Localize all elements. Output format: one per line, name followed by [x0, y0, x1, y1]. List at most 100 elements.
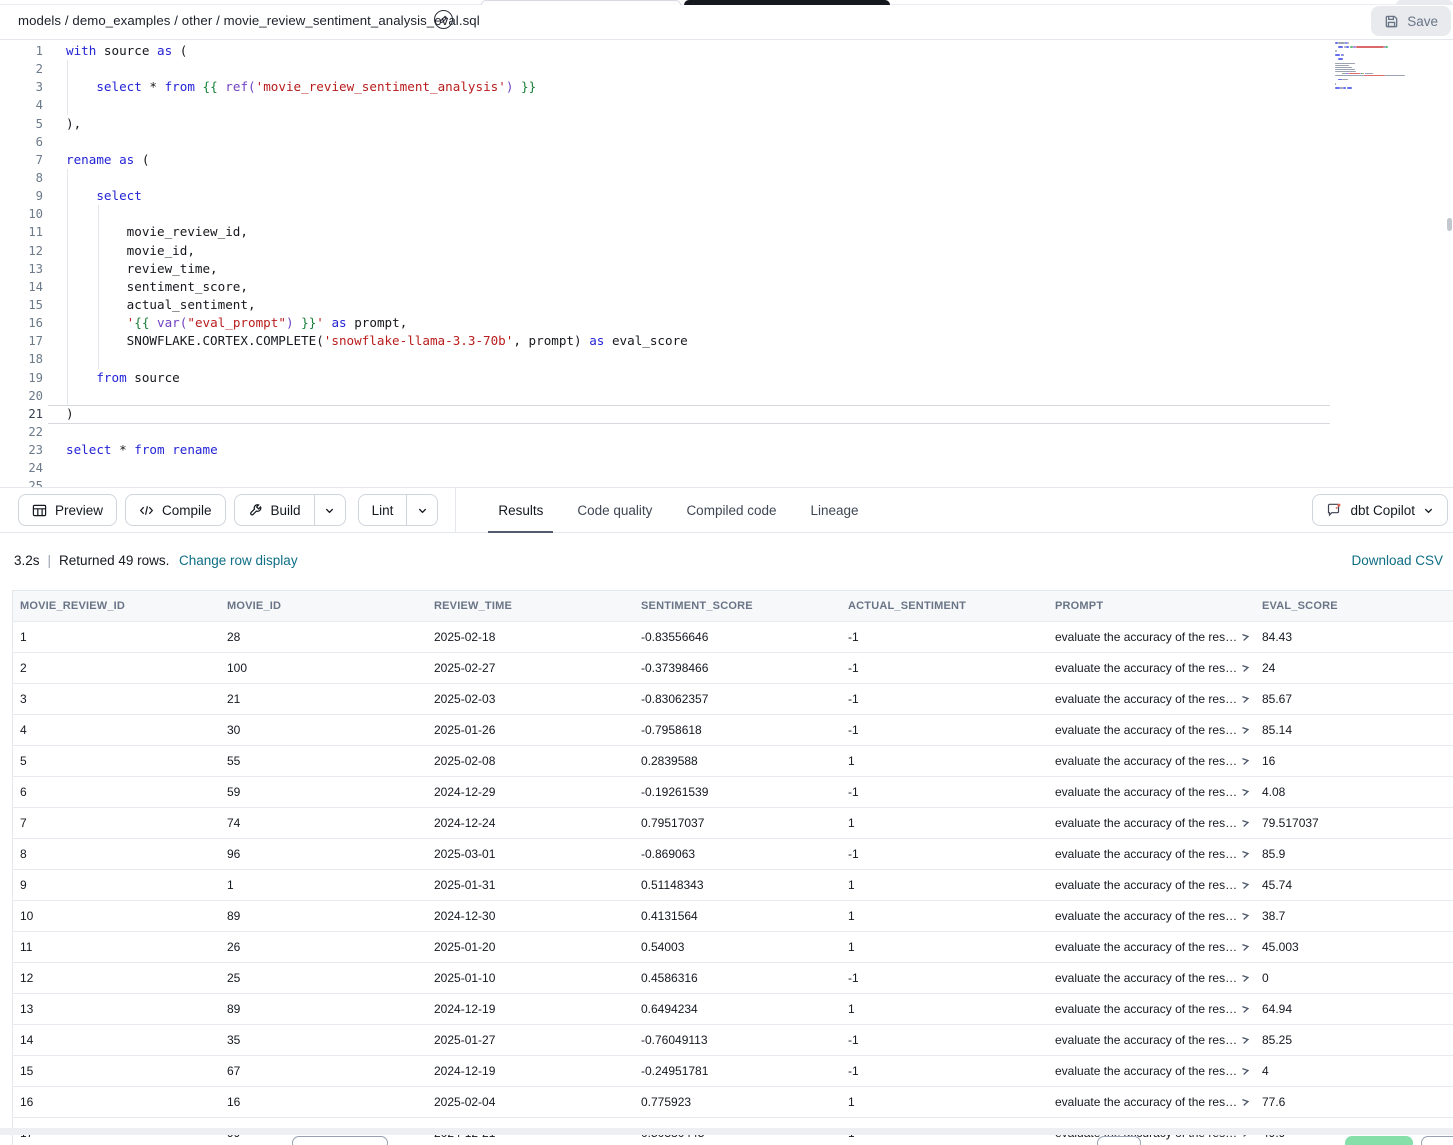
prompt-expand-icon[interactable] [1241, 1035, 1250, 1045]
code-line[interactable]: 24 [0, 459, 1453, 477]
prompt-expand-icon[interactable] [1241, 1066, 1250, 1076]
code-line[interactable]: 7rename as ( [0, 151, 1453, 169]
tab-compiled-code[interactable]: Compiled code [676, 487, 786, 533]
results-scrollbar-track[interactable] [0, 1128, 1453, 1135]
code-line[interactable]: 23select * from rename [0, 441, 1453, 459]
table-row[interactable]: 12252025-01-100.4586316-1evaluate the ac… [13, 963, 1453, 994]
breadcrumb[interactable]: models / demo_examples / other / movie_r… [18, 13, 480, 28]
prompt-expand-icon[interactable] [1241, 663, 1250, 673]
change-row-display-link[interactable]: Change row display [179, 553, 298, 568]
code-line[interactable]: 9 select [0, 187, 1453, 205]
code-line[interactable]: 5), [0, 115, 1453, 133]
line-number[interactable]: 23 [0, 441, 43, 459]
code-line[interactable]: 13 review_time, [0, 260, 1453, 278]
table-row[interactable]: 4302025-01-26-0.7958618-1evaluate the ac… [13, 715, 1453, 746]
column-header[interactable]: SENTIMENT_SCORE [634, 600, 841, 612]
line-number[interactable]: 13 [0, 260, 43, 278]
line-number[interactable]: 5 [0, 115, 43, 133]
column-header[interactable]: EVAL_SCORE [1255, 600, 1453, 612]
code-line[interactable]: 18 [0, 350, 1453, 368]
tab-code-quality[interactable]: Code quality [567, 487, 662, 533]
build-button[interactable]: Build [234, 494, 346, 526]
table-row[interactable]: 16162025-02-040.7759231evaluate the accu… [13, 1087, 1453, 1118]
line-number[interactable]: 4 [0, 96, 43, 114]
code-line[interactable]: 4 [0, 96, 1453, 114]
code-line[interactable]: 10 [0, 205, 1453, 223]
prompt-expand-icon[interactable] [1241, 818, 1250, 828]
line-number[interactable]: 18 [0, 350, 43, 368]
prompt-expand-icon[interactable] [1241, 911, 1250, 921]
editor-scrollbar-thumb[interactable] [1447, 218, 1452, 231]
table-row[interactable]: 8962025-03-01-0.869063-1evaluate the acc… [13, 839, 1453, 870]
compile-button[interactable]: Compile [125, 494, 226, 526]
code-line[interactable]: 25 [0, 477, 1453, 487]
prompt-expand-icon[interactable] [1241, 756, 1250, 766]
line-number[interactable]: 3 [0, 78, 43, 96]
line-number[interactable]: 14 [0, 278, 43, 296]
prompt-expand-icon[interactable] [1241, 1097, 1250, 1107]
table-row[interactable]: 3212025-02-03-0.83062357-1evaluate the a… [13, 684, 1453, 715]
line-number[interactable]: 11 [0, 223, 43, 241]
code-editor[interactable]: 1with source as (23 select * from {{ ref… [0, 40, 1453, 487]
tab-lineage[interactable]: Lineage [801, 487, 869, 533]
code-line[interactable]: 17 SNOWFLAKE.CORTEX.COMPLETE('snowflake-… [0, 332, 1453, 350]
column-header[interactable]: MOVIE_ID [220, 600, 427, 612]
line-number[interactable]: 17 [0, 332, 43, 350]
line-number[interactable]: 1 [0, 42, 43, 60]
code-line[interactable]: 16 '{{ var("eval_prompt") }}' as prompt, [0, 314, 1453, 332]
save-button[interactable]: Save [1371, 6, 1451, 36]
line-number[interactable]: 9 [0, 187, 43, 205]
code-line[interactable]: 21) [0, 405, 1453, 423]
code-line[interactable]: 14 sentiment_score, [0, 278, 1453, 296]
column-header[interactable]: ACTUAL_SENTIMENT [841, 600, 1048, 612]
column-header[interactable]: PROMPT [1048, 600, 1255, 612]
editor-minimap[interactable] [1333, 42, 1445, 96]
prompt-expand-icon[interactable] [1241, 632, 1250, 642]
code-line[interactable]: 6 [0, 133, 1453, 151]
dbt-copilot-button[interactable]: dbt Copilot [1312, 494, 1448, 526]
prompt-expand-icon[interactable] [1241, 849, 1250, 859]
prompt-expand-icon[interactable] [1241, 694, 1250, 704]
prompt-expand-icon[interactable] [1241, 942, 1250, 952]
lint-dropdown-chevron-icon[interactable] [406, 495, 437, 525]
line-number[interactable]: 19 [0, 369, 43, 387]
code-line[interactable]: 11 movie_review_id, [0, 223, 1453, 241]
code-line[interactable]: 20 [0, 387, 1453, 405]
line-number[interactable]: 7 [0, 151, 43, 169]
line-number[interactable]: 6 [0, 133, 43, 151]
lint-button[interactable]: Lint [358, 494, 439, 526]
code-line[interactable]: 8 [0, 169, 1453, 187]
table-row[interactable]: 6592024-12-29-0.19261539-1evaluate the a… [13, 777, 1453, 808]
preview-button[interactable]: Preview [18, 494, 117, 526]
table-row[interactable]: 21002025-02-27-0.37398466-1evaluate the … [13, 653, 1453, 684]
line-number[interactable]: 8 [0, 169, 43, 187]
line-number[interactable]: 10 [0, 205, 43, 223]
tab-results[interactable]: Results [488, 487, 553, 533]
table-row[interactable]: 14352025-01-27-0.76049113-1evaluate the … [13, 1025, 1453, 1056]
build-dropdown-chevron-icon[interactable] [314, 495, 345, 525]
line-number[interactable]: 20 [0, 387, 43, 405]
code-line[interactable]: 2 [0, 60, 1453, 78]
line-number[interactable]: 25 [0, 477, 43, 487]
table-row[interactable]: 15672024-12-19-0.24951781-1evaluate the … [13, 1056, 1453, 1087]
code-line[interactable]: 19 from source [0, 369, 1453, 387]
prompt-expand-icon[interactable] [1241, 973, 1250, 983]
code-line[interactable]: 15 actual_sentiment, [0, 296, 1453, 314]
code-line[interactable]: 3 select * from {{ ref('movie_review_sen… [0, 78, 1453, 96]
line-number[interactable]: 22 [0, 423, 43, 441]
table-row[interactable]: 13892024-12-190.64942341evaluate the acc… [13, 994, 1453, 1025]
table-row[interactable]: 10892024-12-300.41315641evaluate the acc… [13, 901, 1453, 932]
code-line[interactable]: 22 [0, 423, 1453, 441]
line-number[interactable]: 15 [0, 296, 43, 314]
line-number[interactable]: 16 [0, 314, 43, 332]
prompt-expand-icon[interactable] [1241, 725, 1250, 735]
line-number[interactable]: 2 [0, 60, 43, 78]
column-header[interactable]: REVIEW_TIME [427, 600, 634, 612]
table-row[interactable]: 912025-01-310.511483431evaluate the accu… [13, 870, 1453, 901]
code-line[interactable]: 1with source as ( [0, 42, 1453, 60]
line-number[interactable]: 12 [0, 242, 43, 260]
line-number[interactable]: 24 [0, 459, 43, 477]
download-csv-link[interactable]: Download CSV [1351, 553, 1443, 568]
prompt-expand-icon[interactable] [1241, 880, 1250, 890]
table-row[interactable]: 11262025-01-200.540031evaluate the accur… [13, 932, 1453, 963]
